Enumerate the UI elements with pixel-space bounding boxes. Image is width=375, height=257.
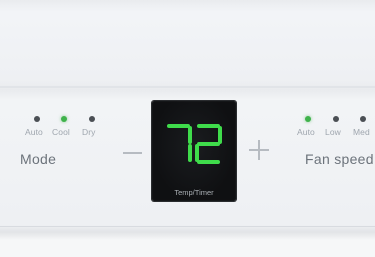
top-bevel: [0, 0, 375, 12]
mode-button[interactable]: Mode: [20, 151, 56, 167]
fan-option-low[interactable]: Low: [325, 127, 341, 137]
mode-option-auto[interactable]: Auto: [25, 127, 43, 137]
mode-cool-indicator: [61, 116, 67, 122]
fan-option-auto[interactable]: Auto: [297, 127, 315, 137]
mode-auto-indicator: [34, 116, 40, 122]
mode-option-cool[interactable]: Cool: [52, 127, 70, 137]
seven-segment-digits: [167, 124, 222, 164]
mode-option-dry[interactable]: Dry: [82, 127, 96, 137]
fan-speed-button[interactable]: Fan speed: [305, 151, 374, 167]
mode-dry-indicator: [89, 116, 95, 122]
fan-low-indicator: [333, 116, 339, 122]
increase-button[interactable]: [244, 136, 274, 166]
display-label: Temp/Timer: [174, 188, 214, 197]
decrease-button[interactable]: [115, 138, 149, 166]
fan-med-indicator: [360, 116, 366, 122]
panel-seam-bottom: [0, 226, 375, 227]
minus-icon: [123, 152, 142, 154]
temp-timer-display: Temp/Timer: [152, 101, 236, 201]
fan-option-med[interactable]: Med: [353, 127, 370, 137]
plus-icon-v: [258, 140, 260, 160]
fan-auto-indicator: [305, 116, 311, 122]
panel-seam: [0, 86, 375, 88]
